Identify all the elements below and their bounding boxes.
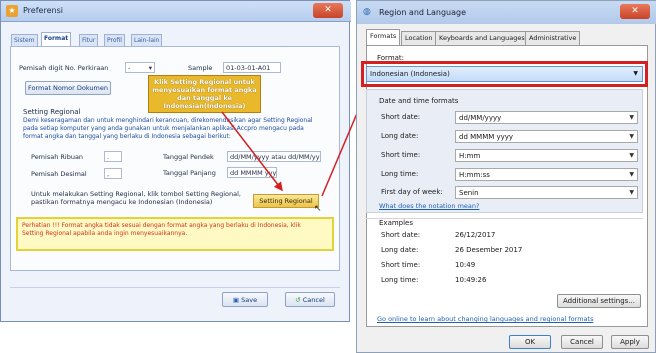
sample-field: 01-03-01-A01 (223, 62, 281, 73)
cancel-icon: ↺ (295, 296, 301, 304)
cancel-button-label: Cancel (302, 296, 325, 304)
cancel-button[interactable]: Cancel (561, 335, 603, 349)
chevron-down-icon: ▼ (629, 171, 634, 178)
title-bar: ★ Preferensi ✕ (1, 1, 351, 22)
chevron-down-icon: ▼ (629, 152, 634, 159)
callout-line: Indonesian(Indonesia) (163, 102, 246, 110)
tab-location[interactable]: Location (401, 31, 437, 45)
example-short-date-label: Short date: (381, 231, 421, 239)
tab-lain-lain[interactable]: Lain-lain (131, 34, 163, 46)
description-text: Demi keseragaman dan untuk menghindari k… (23, 117, 333, 141)
first-day-value: Senin (459, 189, 479, 197)
pemisah-ribuan-field: . (104, 151, 122, 162)
instruction-line: Untuk melakukan Setting Regional, klik t… (31, 190, 241, 198)
examples-heading: Examples (379, 219, 414, 227)
short-time-value: H:mm (459, 152, 481, 160)
description-line: pada setiap komputer yang anda gunakan u… (23, 125, 304, 132)
tab-administrative[interactable]: Administrative (525, 31, 581, 45)
dialog-title: Preferensi (23, 6, 63, 15)
sample-label: Sample (188, 64, 213, 72)
short-date-label: Short date: (381, 113, 421, 121)
setting-regional-button[interactable]: Setting Regional (253, 194, 319, 208)
example-short-date-value: 26/12/2017 (455, 231, 496, 239)
first-day-label: First day of week: (381, 188, 443, 196)
pemisah-digit-value: - (128, 64, 131, 72)
tanggal-panjang-label: Tanggal Panjang (163, 169, 216, 177)
first-day-select[interactable]: Senin ▼ (455, 186, 638, 199)
apply-button[interactable]: Apply (611, 335, 649, 349)
cancel-button[interactable]: ↺ Cancel (285, 292, 335, 307)
warning-line: Setting Regional apabila anda ingin meny… (22, 230, 188, 237)
ok-button[interactable]: OK (509, 335, 551, 349)
pemisah-ribuan-label: Pemisah Ribuan (31, 153, 84, 161)
pemisah-digit-select[interactable]: - ▾ (125, 62, 155, 73)
pemisah-desimal-field: , (104, 168, 122, 179)
warning-line: Perhatian !!! Format angka tidak sesuai … (22, 222, 301, 229)
short-time-label: Short time: (381, 151, 421, 159)
tanggal-pendek-label: Tanggal Pendek (163, 153, 214, 161)
example-long-date-value: 26 Desember 2017 (455, 246, 523, 254)
tab-keyboards-languages[interactable]: Keyboards and Languages (435, 31, 529, 45)
long-time-label: Long time: (381, 170, 419, 178)
short-time-select[interactable]: H:mm ▼ (455, 149, 638, 162)
tab-format[interactable]: Format (41, 32, 72, 46)
close-icon[interactable]: ✕ (313, 3, 343, 18)
short-date-select[interactable]: dd/MM/yyyy ▼ (455, 111, 638, 124)
instruction-callout: Klik Setting Regional untuk menyesuaikan… (148, 75, 261, 113)
warning-box: Perhatian !!! Format angka tidak sesuai … (16, 217, 334, 251)
format-highlight (361, 61, 648, 87)
setting-regional-heading: Setting Regional (23, 108, 81, 116)
short-date-value: dd/MM/yyyy (459, 114, 502, 122)
tab-profil[interactable]: Profil (104, 34, 125, 46)
callout-line: dan tanggal ke (177, 94, 232, 102)
description-line: Demi keseragaman dan untuk menghindari k… (23, 117, 313, 124)
chevron-down-icon: ▼ (629, 133, 634, 140)
example-short-time-value: 10:49 (455, 261, 476, 269)
close-icon[interactable]: ✕ (620, 4, 650, 19)
example-long-time-label: Long time: (381, 276, 419, 284)
long-time-value: H:mm:ss (459, 171, 490, 179)
description-line: format angka dan tanggal yang berlaku di… (23, 133, 231, 140)
instruction-text: Untuk melakukan Setting Regional, klik t… (31, 190, 251, 206)
save-icon: ▣ (232, 296, 240, 304)
save-button-label: Save (241, 296, 258, 304)
tab-sistem[interactable]: Sistem (11, 34, 38, 46)
callout-line: Klik Setting Regional untuk (154, 78, 255, 86)
dt-heading: Date and time formats (379, 97, 459, 105)
tanggal-panjang-field: dd MMMM yyyy (227, 167, 277, 178)
dialog-title: Region and Language (379, 8, 467, 17)
save-button[interactable]: ▣ Save (222, 292, 268, 307)
chevron-down-icon: ▼ (629, 114, 634, 121)
additional-settings-button[interactable]: Additional settings... (557, 294, 641, 308)
tab-formats[interactable]: Formats (366, 29, 401, 45)
preferensi-dialog: ★ Preferensi ✕ Sistem Format Fitur Profi… (0, 0, 351, 322)
chevron-down-icon: ▼ (629, 189, 634, 196)
pemisah-desimal-label: Pemisah Desimal (31, 170, 87, 178)
mouse-cursor-icon: ↖ (314, 204, 322, 214)
long-date-select[interactable]: dd MMMM yyyy ▼ (455, 130, 638, 143)
setting-regional-button-label: Setting Regional (259, 197, 313, 205)
long-date-label: Long date: (381, 132, 419, 140)
example-long-date-label: Long date: (381, 246, 419, 254)
tanggal-pendek-field: dd/MM/yyyy atau dd/MM/yy (227, 151, 321, 162)
title-bar: ◍ Region and Language ✕ (357, 1, 656, 24)
example-short-time-label: Short time: (381, 261, 421, 269)
globe-icon: ◍ (363, 7, 371, 17)
long-date-value: dd MMMM yyyy (459, 133, 514, 141)
callout-line: menyesuaikan format angka (152, 86, 257, 94)
online-learn-link[interactable]: Go online to learn about changing langua… (377, 315, 593, 323)
app-icon: ★ (6, 5, 18, 17)
example-long-time-value: 10:49:26 (455, 276, 487, 284)
long-time-select[interactable]: H:mm:ss ▼ (455, 168, 638, 181)
pemisah-digit-label: Pemisah digit No. Perkiraan (19, 64, 109, 72)
region-language-dialog: ◍ Region and Language ✕ Formats Location… (356, 0, 656, 353)
instruction-line: pastikan formatnya mengacu ke Indonesian… (31, 198, 213, 206)
tab-fitur[interactable]: Fitur (79, 34, 99, 46)
chevron-down-icon: ▾ (148, 64, 152, 72)
notation-link[interactable]: What does the notation mean? (379, 202, 479, 210)
format-nomor-dokumen-button[interactable]: Format Nomor Dokumen (25, 81, 111, 95)
